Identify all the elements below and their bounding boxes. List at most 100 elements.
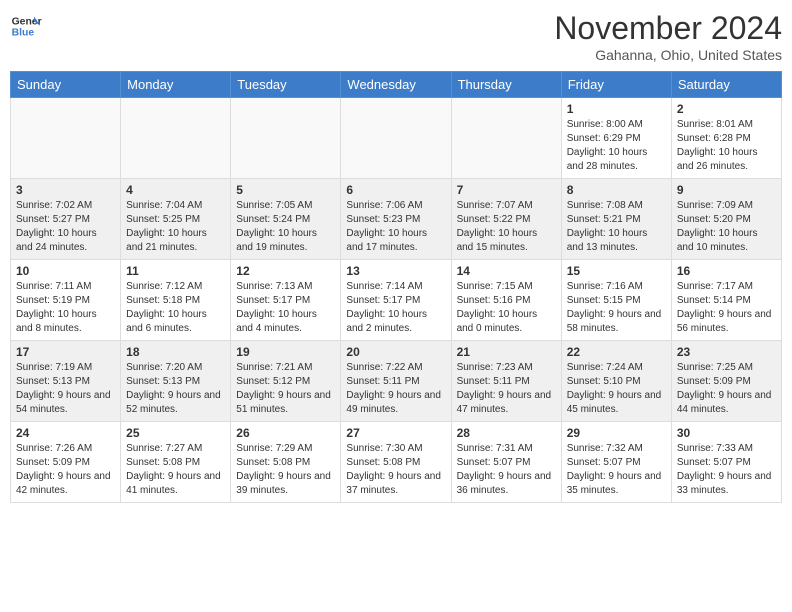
day-number: 19 <box>236 345 335 359</box>
calendar-day-cell: 26 Sunrise: 7:29 AMSunset: 5:08 PMDayligh… <box>231 422 341 503</box>
calendar-day-cell: 30 Sunrise: 7:33 AMSunset: 5:07 PMDayligh… <box>671 422 781 503</box>
day-info: Sunrise: 7:21 AMSunset: 5:12 PMDaylight:… <box>236 361 335 417</box>
day-number: 8 <box>567 183 666 197</box>
logo-icon: General Blue <box>10 10 42 42</box>
day-info: Sunrise: 7:05 AMSunset: 5:24 PMDaylight:… <box>236 199 335 255</box>
day-number: 25 <box>126 426 225 440</box>
calendar-day-cell: 17Sunrise: 7:19 AMSunset: 5:13 PMDayligh… <box>11 341 121 422</box>
day-number: 29 <box>567 426 666 440</box>
weekday-header-saturday: Saturday <box>671 72 781 98</box>
calendar-day-cell: 21 Sunrise: 7:23 AMSunset: 5:11 PMDayligh… <box>451 341 561 422</box>
day-info: Sunrise: 7:06 AMSunset: 5:23 PMDaylight:… <box>346 199 445 255</box>
day-info: Sunrise: 7:13 AMSunset: 5:17 PMDaylight:… <box>236 280 335 336</box>
day-number: 12 <box>236 264 335 278</box>
day-number: 21 <box>457 345 556 359</box>
day-number: 4 <box>126 183 225 197</box>
calendar-day-cell: 27 Sunrise: 7:30 AMSunset: 5:08 PMDayligh… <box>341 422 451 503</box>
weekday-header-tuesday: Tuesday <box>231 72 341 98</box>
month-title: November 2024 <box>554 10 782 47</box>
day-info: Sunrise: 7:24 AMSunset: 5:10 PMDaylight:… <box>567 361 666 417</box>
day-number: 23 <box>677 345 776 359</box>
day-info: Sunrise: 7:30 AMSunset: 5:08 PMDaylight:… <box>346 442 445 498</box>
calendar-day-cell: 14Sunrise: 7:15 AMSunset: 5:16 PMDayligh… <box>451 260 561 341</box>
calendar-day-cell: 1 Sunrise: 8:00 AMSunset: 6:29 PMDaylight… <box>561 98 671 179</box>
calendar-week-row: 1 Sunrise: 8:00 AMSunset: 6:29 PMDaylight… <box>11 98 782 179</box>
day-info: Sunrise: 7:11 AMSunset: 5:19 PMDaylight:… <box>16 280 115 336</box>
day-number: 24 <box>16 426 115 440</box>
day-number: 11 <box>126 264 225 278</box>
weekday-header-row: SundayMondayTuesdayWednesdayThursdayFrid… <box>11 72 782 98</box>
weekday-header-monday: Monday <box>121 72 231 98</box>
day-number: 5 <box>236 183 335 197</box>
day-number: 1 <box>567 102 666 116</box>
calendar-day-cell: 7Sunrise: 7:07 AMSunset: 5:22 PMDaylight… <box>451 179 561 260</box>
day-info: Sunrise: 7:08 AMSunset: 5:21 PMDaylight:… <box>567 199 666 255</box>
day-info: Sunrise: 7:31 AMSunset: 5:07 PMDaylight:… <box>457 442 556 498</box>
day-info: Sunrise: 7:33 AMSunset: 5:07 PMDaylight:… <box>677 442 776 498</box>
day-number: 13 <box>346 264 445 278</box>
calendar-day-cell: 16 Sunrise: 7:17 AMSunset: 5:14 PMDayligh… <box>671 260 781 341</box>
calendar-day-cell: 25 Sunrise: 7:27 AMSunset: 5:08 PMDayligh… <box>121 422 231 503</box>
calendar-day-cell: 3 Sunrise: 7:02 AMSunset: 5:27 PMDaylight… <box>11 179 121 260</box>
day-number: 30 <box>677 426 776 440</box>
calendar-day-cell: 11 Sunrise: 7:12 AMSunset: 5:18 PMDayligh… <box>121 260 231 341</box>
day-info: Sunrise: 7:26 AMSunset: 5:09 PMDaylight:… <box>16 442 115 498</box>
calendar-day-cell: 9 Sunrise: 7:09 AMSunset: 5:20 PMDaylight… <box>671 179 781 260</box>
calendar-day-cell <box>121 98 231 179</box>
day-info: Sunrise: 7:23 AMSunset: 5:11 PMDaylight:… <box>457 361 556 417</box>
day-number: 10 <box>16 264 115 278</box>
day-info: Sunrise: 7:09 AMSunset: 5:20 PMDaylight:… <box>677 199 776 255</box>
day-number: 27 <box>346 426 445 440</box>
day-info: Sunrise: 7:20 AMSunset: 5:13 PMDaylight:… <box>126 361 225 417</box>
day-info: Sunrise: 7:25 AMSunset: 5:09 PMDaylight:… <box>677 361 776 417</box>
calendar-day-cell: 18 Sunrise: 7:20 AMSunset: 5:13 PMDayligh… <box>121 341 231 422</box>
day-number: 22 <box>567 345 666 359</box>
day-info: Sunrise: 7:29 AMSunset: 5:08 PMDaylight:… <box>236 442 335 498</box>
day-info: Sunrise: 7:14 AMSunset: 5:17 PMDaylight:… <box>346 280 445 336</box>
day-info: Sunrise: 7:32 AMSunset: 5:07 PMDaylight:… <box>567 442 666 498</box>
calendar-day-cell: 28Sunrise: 7:31 AMSunset: 5:07 PMDayligh… <box>451 422 561 503</box>
day-info: Sunrise: 7:17 AMSunset: 5:14 PMDaylight:… <box>677 280 776 336</box>
svg-text:Blue: Blue <box>12 28 35 39</box>
calendar-day-cell <box>11 98 121 179</box>
day-number: 9 <box>677 183 776 197</box>
day-number: 3 <box>16 183 115 197</box>
location-subtitle: Gahanna, Ohio, United States <box>554 47 782 63</box>
day-number: 18 <box>126 345 225 359</box>
day-info: Sunrise: 7:07 AMSunset: 5:22 PMDaylight:… <box>457 199 556 255</box>
day-number: 15 <box>567 264 666 278</box>
calendar-day-cell: 22 Sunrise: 7:24 AMSunset: 5:10 PMDayligh… <box>561 341 671 422</box>
weekday-header-thursday: Thursday <box>451 72 561 98</box>
day-info: Sunrise: 7:19 AMSunset: 5:13 PMDaylight:… <box>16 361 115 417</box>
logo: General Blue <box>10 10 42 42</box>
day-info: Sunrise: 7:02 AMSunset: 5:27 PMDaylight:… <box>16 199 115 255</box>
day-info: Sunrise: 7:22 AMSunset: 5:11 PMDaylight:… <box>346 361 445 417</box>
calendar-table: SundayMondayTuesdayWednesdayThursdayFrid… <box>10 71 782 503</box>
day-number: 14 <box>457 264 556 278</box>
day-info: Sunrise: 8:00 AMSunset: 6:29 PMDaylight:… <box>567 118 666 174</box>
day-number: 2 <box>677 102 776 116</box>
calendar-week-row: 24 Sunrise: 7:26 AMSunset: 5:09 PMDayligh… <box>11 422 782 503</box>
calendar-day-cell <box>451 98 561 179</box>
weekday-header-sunday: Sunday <box>11 72 121 98</box>
day-number: 26 <box>236 426 335 440</box>
calendar-day-cell: 15 Sunrise: 7:16 AMSunset: 5:15 PMDayligh… <box>561 260 671 341</box>
calendar-day-cell: 4Sunrise: 7:04 AMSunset: 5:25 PMDaylight… <box>121 179 231 260</box>
day-info: Sunrise: 7:16 AMSunset: 5:15 PMDaylight:… <box>567 280 666 336</box>
day-info: Sunrise: 7:12 AMSunset: 5:18 PMDaylight:… <box>126 280 225 336</box>
day-number: 16 <box>677 264 776 278</box>
day-info: Sunrise: 7:27 AMSunset: 5:08 PMDaylight:… <box>126 442 225 498</box>
day-number: 20 <box>346 345 445 359</box>
calendar-day-cell <box>231 98 341 179</box>
calendar-day-cell: 8 Sunrise: 7:08 AMSunset: 5:21 PMDaylight… <box>561 179 671 260</box>
calendar-day-cell: 2 Sunrise: 8:01 AMSunset: 6:28 PMDaylight… <box>671 98 781 179</box>
calendar-week-row: 3 Sunrise: 7:02 AMSunset: 5:27 PMDaylight… <box>11 179 782 260</box>
calendar-week-row: 10 Sunrise: 7:11 AMSunset: 5:19 PMDayligh… <box>11 260 782 341</box>
calendar-day-cell: 20 Sunrise: 7:22 AMSunset: 5:11 PMDayligh… <box>341 341 451 422</box>
calendar-day-cell: 5 Sunrise: 7:05 AMSunset: 5:24 PMDaylight… <box>231 179 341 260</box>
page-header: General Blue November 2024 Gahanna, Ohio… <box>10 10 782 63</box>
calendar-day-cell: 23 Sunrise: 7:25 AMSunset: 5:09 PMDayligh… <box>671 341 781 422</box>
calendar-day-cell: 6Sunrise: 7:06 AMSunset: 5:23 PMDaylight… <box>341 179 451 260</box>
title-block: November 2024 Gahanna, Ohio, United Stat… <box>554 10 782 63</box>
day-info: Sunrise: 8:01 AMSunset: 6:28 PMDaylight:… <box>677 118 776 174</box>
